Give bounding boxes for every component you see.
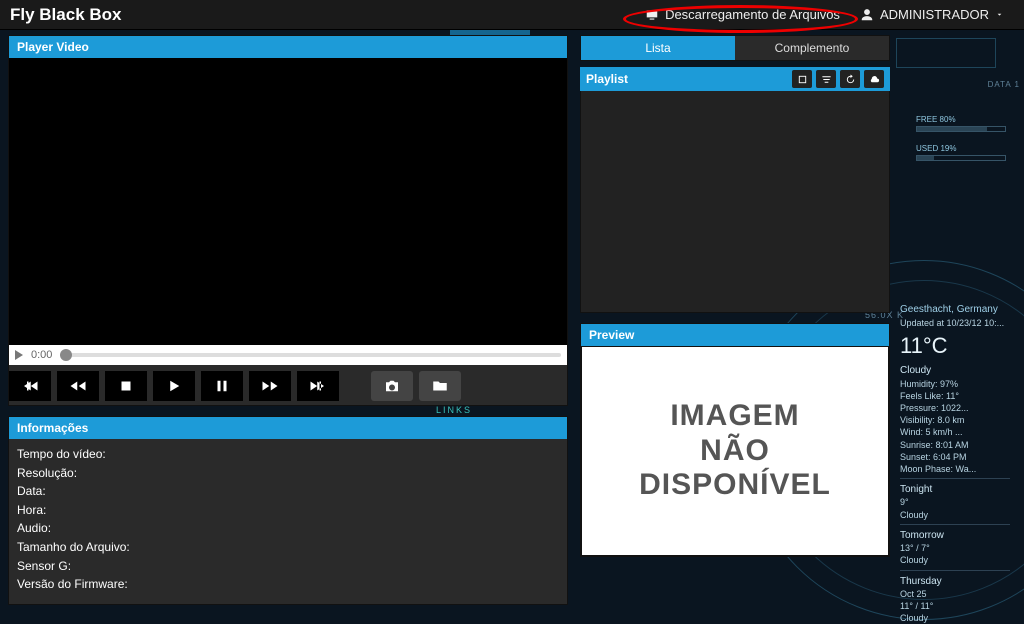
- tab-lista[interactable]: Lista: [581, 36, 735, 60]
- rewind-button[interactable]: [57, 371, 99, 401]
- preview-unavailable-text: IMAGEM NÃO DISPONÍVEL: [639, 399, 831, 503]
- playlist-panel: Playlist: [580, 67, 890, 313]
- user-label: ADMINISTRADOR: [880, 7, 989, 22]
- snapshot-button[interactable]: [371, 371, 413, 401]
- info-panel: Informações Tempo do vídeo: Resolução: D…: [8, 416, 568, 605]
- player-panel: Player Video 0:00: [8, 35, 568, 406]
- forward-button[interactable]: [249, 371, 291, 401]
- play-button[interactable]: [153, 371, 195, 401]
- tab-row: Lista Complemento: [580, 35, 890, 61]
- weather-cond: Cloudy: [900, 364, 1010, 378]
- weather-wind: Wind: 5 km/h ...: [900, 426, 1010, 438]
- weather-city: Geesthacht, Germany: [900, 303, 1010, 317]
- playlist-refresh-button[interactable]: [840, 70, 860, 88]
- download-files-label: Descarregamento de Arquivos: [665, 7, 840, 22]
- camera-icon: [383, 377, 401, 395]
- weather-thursday-cond: Cloudy: [900, 612, 1010, 624]
- caret-down-icon: [995, 10, 1004, 19]
- skip-back-button[interactable]: [9, 371, 51, 401]
- info-title: Informações: [9, 417, 567, 439]
- user-menu[interactable]: ADMINISTRADOR: [850, 4, 1014, 25]
- info-firmware: Versão do Firmware:: [17, 575, 559, 594]
- refresh-icon: [845, 74, 856, 85]
- info-hora: Hora:: [17, 501, 559, 520]
- video-controls: [9, 365, 567, 405]
- weather-thursday-temp: 11° / 11°: [900, 600, 1010, 612]
- info-sensor: Sensor G:: [17, 557, 559, 576]
- scrubber-track[interactable]: [60, 353, 561, 357]
- weather-tonight-label: Tonight: [900, 483, 1010, 497]
- preview-body: IMAGEM NÃO DISPONÍVEL: [581, 346, 889, 556]
- open-folder-button[interactable]: [419, 371, 461, 401]
- tab-complemento[interactable]: Complemento: [735, 36, 889, 60]
- weather-updated: Updated at 10/23/12 10:...: [900, 317, 1010, 329]
- forward-icon: [261, 377, 279, 395]
- info-tempo: Tempo do vídeo:: [17, 445, 559, 464]
- weather-thursday-date: Oct 25: [900, 588, 1010, 600]
- skip-forward-button[interactable]: [297, 371, 339, 401]
- video-time: 0:00: [31, 349, 52, 361]
- download-files-link[interactable]: Descarregamento de Arquivos: [635, 4, 850, 25]
- skip-back-icon: [21, 377, 39, 395]
- info-data: Data:: [17, 482, 559, 501]
- stop-icon: [117, 377, 135, 395]
- stop-button[interactable]: [105, 371, 147, 401]
- playlist-expand-button[interactable]: [792, 70, 812, 88]
- playlist-cloud-button[interactable]: [864, 70, 884, 88]
- pause-icon: [213, 377, 231, 395]
- expand-icon: [797, 74, 808, 85]
- info-audio: Audio:: [17, 519, 559, 538]
- playlist-title: Playlist: [586, 72, 788, 86]
- pause-button[interactable]: [201, 371, 243, 401]
- cloud-icon: [869, 74, 880, 85]
- scrubber-handle[interactable]: [60, 349, 72, 361]
- scrubber-play-icon[interactable]: [15, 350, 23, 360]
- info-resolucao: Resolução:: [17, 464, 559, 483]
- weather-feels: Feels Like: 11°: [900, 390, 1010, 402]
- weather-moon: Moon Phase: Wa...: [900, 463, 1010, 475]
- preview-title: Preview: [581, 324, 889, 346]
- preview-panel: Preview IMAGEM NÃO DISPONÍVEL: [580, 323, 890, 557]
- weather-tonight-temp: 9°: [900, 496, 1010, 508]
- app-header: Fly Black Box Descarregamento de Arquivo…: [0, 0, 1024, 30]
- user-icon: [860, 8, 874, 22]
- brand-title: Fly Black Box: [10, 5, 122, 25]
- sort-icon: [821, 74, 832, 85]
- rewind-icon: [69, 377, 87, 395]
- weather-visibility: Visibility: 8.0 km: [900, 414, 1010, 426]
- video-scrubber[interactable]: 0:00: [9, 345, 567, 365]
- monitor-icon: [645, 8, 659, 22]
- video-area[interactable]: [9, 58, 567, 345]
- playlist-body[interactable]: [580, 91, 890, 313]
- weather-sunset: Sunset: 6:04 PM: [900, 451, 1010, 463]
- info-tamanho: Tamanho do Arquivo:: [17, 538, 559, 557]
- weather-widget: Geesthacht, Germany Updated at 10/23/12 …: [900, 303, 1010, 624]
- weather-temp: 11°C: [900, 331, 1010, 361]
- weather-tomorrow-temp: 13° / 7°: [900, 542, 1010, 554]
- folder-icon: [431, 377, 449, 395]
- weather-sunrise: Sunrise: 8:01 AM: [900, 439, 1010, 451]
- weather-thursday-label: Thursday: [900, 575, 1010, 589]
- skip-forward-icon: [309, 377, 327, 395]
- player-title: Player Video: [9, 36, 567, 58]
- play-icon: [165, 377, 183, 395]
- playlist-sort-button[interactable]: [816, 70, 836, 88]
- weather-tomorrow-label: Tomorrow: [900, 529, 1010, 543]
- weather-tonight-cond: Cloudy: [900, 509, 1010, 521]
- weather-pressure: Pressure: 1022...: [900, 402, 1010, 414]
- weather-tomorrow-cond: Cloudy: [900, 554, 1010, 566]
- weather-humidity: Humidity: 97%: [900, 378, 1010, 390]
